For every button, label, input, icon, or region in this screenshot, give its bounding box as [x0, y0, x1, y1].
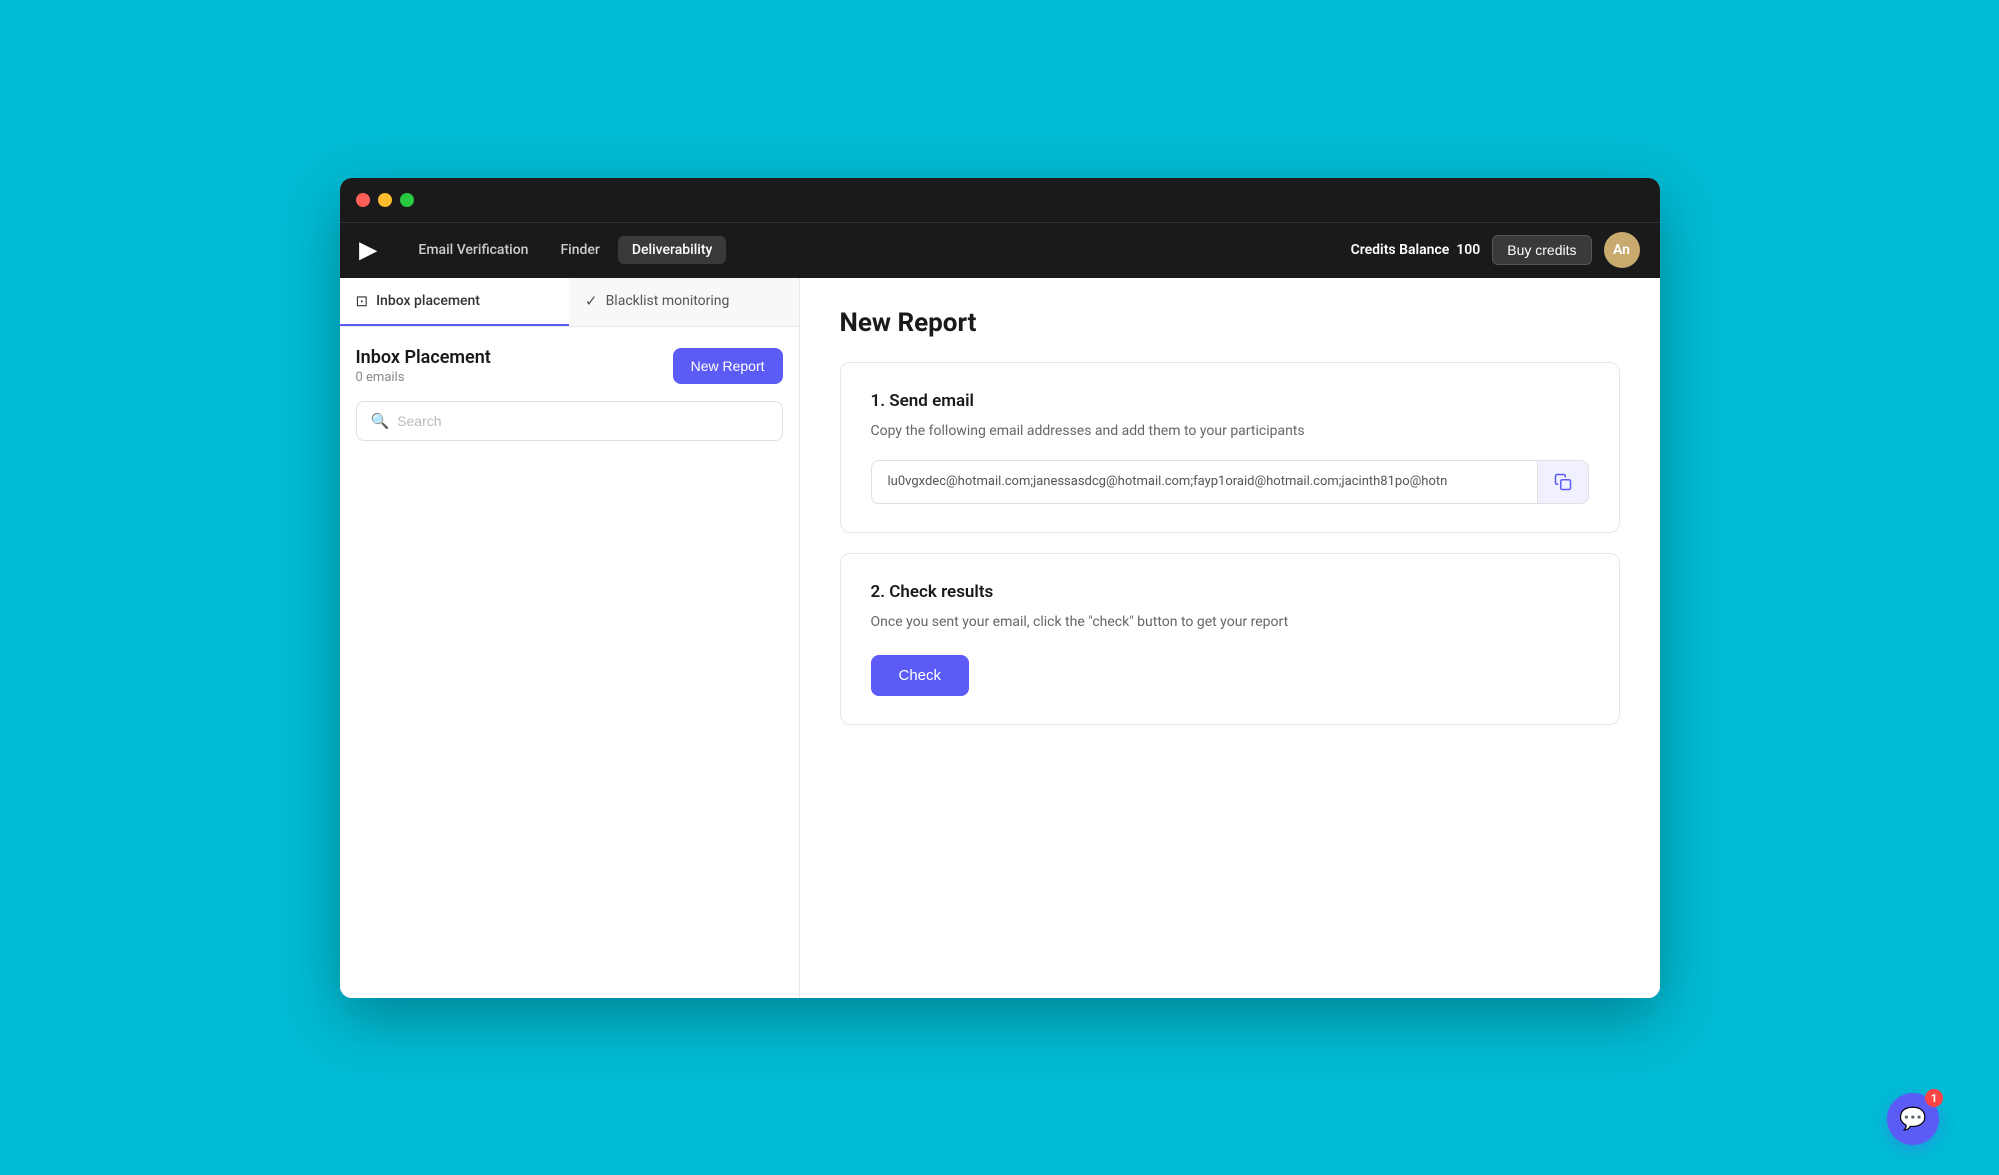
- search-icon: 🔍: [371, 412, 390, 430]
- step-2-description: Once you sent your email, click the "che…: [871, 612, 1589, 633]
- close-button[interactable]: [356, 193, 370, 207]
- step-1-title: 1. Send email: [871, 391, 1589, 411]
- avatar[interactable]: An: [1604, 232, 1640, 268]
- sidebar-content: Inbox Placement 0 emails New Report 🔍: [340, 327, 799, 461]
- tab-blacklist-monitoring[interactable]: ✓ Blacklist monitoring: [569, 278, 799, 326]
- tab-blacklist-label: Blacklist monitoring: [606, 293, 730, 309]
- title-bar: [340, 178, 1660, 222]
- nav-menu: Email Verification Finder Deliverability: [404, 236, 1350, 264]
- nav-email-verification[interactable]: Email Verification: [404, 236, 542, 264]
- tab-inbox-placement[interactable]: ⊡ Inbox placement: [340, 278, 570, 326]
- search-input[interactable]: [397, 413, 767, 429]
- credits-balance: Credits Balance 100: [1351, 242, 1481, 258]
- sidebar-header: Inbox Placement 0 emails New Report: [356, 347, 783, 385]
- page-title: New Report: [840, 308, 1620, 338]
- copy-icon: [1554, 473, 1572, 491]
- tab-inbox-placement-label: Inbox placement: [376, 293, 480, 309]
- chat-widget[interactable]: 💬 1: [1887, 1093, 1939, 1145]
- sidebar-title-group: Inbox Placement 0 emails: [356, 347, 491, 385]
- copy-button[interactable]: [1537, 461, 1588, 503]
- step-1-card: 1. Send email Copy the following email a…: [840, 362, 1620, 533]
- traffic-lights: [356, 193, 414, 207]
- main-content: New Report 1. Send email Copy the follow…: [800, 278, 1660, 998]
- step-1-description: Copy the following email addresses and a…: [871, 421, 1589, 442]
- chat-icon: 💬: [1899, 1107, 1926, 1132]
- app-window: ▶ Email Verification Finder Deliverabili…: [340, 178, 1660, 998]
- search-box: 🔍: [356, 401, 783, 441]
- logo: ▶: [360, 238, 377, 263]
- nav-finder[interactable]: Finder: [546, 236, 613, 264]
- chat-badge: 1: [1925, 1089, 1943, 1107]
- navbar-right: Credits Balance 100 Buy credits An: [1351, 232, 1640, 268]
- sidebar-title: Inbox Placement: [356, 347, 491, 368]
- minimize-button[interactable]: [378, 193, 392, 207]
- sidebar-tabs: ⊡ Inbox placement ✓ Blacklist monitoring: [340, 278, 799, 327]
- check-button[interactable]: Check: [871, 655, 970, 696]
- inbox-placement-icon: ⊡: [356, 292, 369, 310]
- sidebar: ⊡ Inbox placement ✓ Blacklist monitoring…: [340, 278, 800, 998]
- sidebar-subtitle: 0 emails: [356, 370, 491, 385]
- blacklist-icon: ✓: [585, 292, 598, 310]
- navbar: ▶ Email Verification Finder Deliverabili…: [340, 222, 1660, 278]
- step-2-title: 2. Check results: [871, 582, 1589, 602]
- main-layout: ⊡ Inbox placement ✓ Blacklist monitoring…: [340, 278, 1660, 998]
- email-field-row: lu0vgxdec@hotmail.com;janessasdcg@hotmai…: [871, 460, 1589, 504]
- step-2-card: 2. Check results Once you sent your emai…: [840, 553, 1620, 725]
- email-field-text: lu0vgxdec@hotmail.com;janessasdcg@hotmai…: [872, 462, 1537, 501]
- new-report-button[interactable]: New Report: [673, 348, 783, 384]
- maximize-button[interactable]: [400, 193, 414, 207]
- nav-deliverability[interactable]: Deliverability: [618, 236, 726, 264]
- buy-credits-button[interactable]: Buy credits: [1492, 235, 1591, 265]
